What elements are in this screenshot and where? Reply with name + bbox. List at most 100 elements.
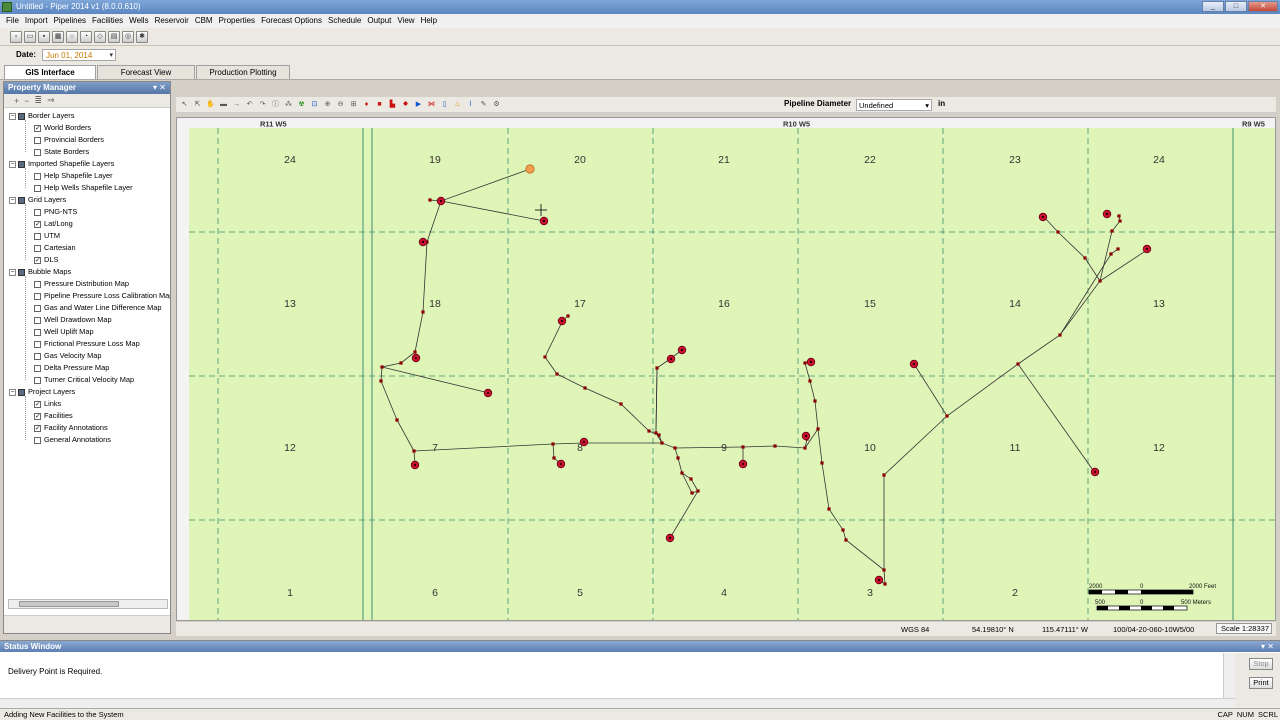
junction-node[interactable]: [820, 461, 824, 465]
menu-file[interactable]: File: [3, 14, 22, 28]
junction-node[interactable]: [552, 456, 556, 460]
group-checkbox[interactable]: [18, 388, 25, 396]
junction-icon[interactable]: ✸: [401, 100, 410, 109]
select-icon[interactable]: ⇱: [193, 100, 202, 109]
junction-node[interactable]: [741, 445, 745, 449]
junction-node[interactable]: [690, 491, 694, 495]
tab-gis-interface[interactable]: GIS Interface: [4, 65, 96, 79]
junction-node[interactable]: [555, 372, 559, 376]
junction-node[interactable]: [1083, 256, 1087, 260]
layer-item[interactable]: Gas Velocity Map: [34, 350, 102, 362]
group-checkbox[interactable]: [18, 196, 25, 204]
junction-node[interactable]: [689, 477, 693, 481]
layer-checkbox[interactable]: [34, 232, 41, 240]
node-icon[interactable]: ⁂: [284, 100, 293, 109]
close-button[interactable]: ✕: [1248, 1, 1278, 12]
junction-node[interactable]: [380, 365, 384, 369]
layer-checkbox[interactable]: [34, 292, 41, 300]
globe-icon[interactable]: ◎: [122, 30, 134, 43]
undo-icon[interactable]: ↶: [245, 100, 254, 109]
menu-schedule[interactable]: Schedule: [325, 14, 364, 28]
junction-node[interactable]: [883, 582, 887, 586]
layer-checkbox[interactable]: [34, 172, 41, 180]
settings-icon[interactable]: ⚙: [492, 100, 501, 109]
layer-item[interactable]: ✓ Lat/Long: [34, 218, 73, 230]
new-file-icon[interactable]: ▫: [10, 30, 22, 43]
layer-item[interactable]: ✓ Facility Annotations: [34, 422, 108, 434]
layer-checkbox[interactable]: [34, 208, 41, 216]
tree-group[interactable]: − Project Layers: [9, 386, 75, 398]
collapse-icon[interactable]: −: [9, 388, 16, 396]
junction-node[interactable]: [1118, 219, 1122, 223]
arrow-icon[interactable]: →: [232, 100, 241, 109]
junction-node[interactable]: [647, 429, 651, 433]
layer-checkbox[interactable]: ✓: [34, 220, 41, 228]
scale-readout[interactable]: Scale 1:28337: [1216, 623, 1272, 634]
layer-checkbox[interactable]: ✓: [34, 412, 41, 420]
maximize-button[interactable]: □: [1225, 1, 1247, 12]
layers-icon[interactable]: ≣: [35, 95, 43, 106]
pipeline-diameter-select[interactable]: Undefined ▾: [856, 99, 932, 111]
wellhead-icon[interactable]: ♦: [362, 100, 371, 109]
layer-checkbox[interactable]: [34, 304, 41, 312]
layer-item[interactable]: PNG-NTS: [34, 206, 77, 218]
status-horizontal-scrollbar[interactable]: [0, 698, 1235, 708]
junction-node[interactable]: [1117, 214, 1121, 218]
menu-wells[interactable]: Wells: [126, 14, 151, 28]
layer-checkbox[interactable]: ✓: [34, 424, 41, 432]
flare-icon[interactable]: ♨: [453, 100, 462, 109]
layer-checkbox[interactable]: [34, 436, 41, 444]
well-icon[interactable]: ○: [66, 30, 78, 43]
junction-node[interactable]: [773, 444, 777, 448]
zoom-in-icon[interactable]: ⊕: [323, 100, 332, 109]
junction-node[interactable]: [428, 198, 432, 202]
junction-node[interactable]: [421, 310, 425, 314]
stop-button[interactable]: Stop: [1249, 658, 1273, 670]
tank-icon[interactable]: ▯: [440, 100, 449, 109]
hazard-icon[interactable]: ☢: [297, 100, 306, 109]
menu-cbm[interactable]: CBM: [192, 14, 216, 28]
redo-icon[interactable]: ↷: [258, 100, 267, 109]
layer-checkbox[interactable]: ✓: [34, 124, 41, 132]
layer-checkbox[interactable]: [34, 376, 41, 384]
junction-node[interactable]: [680, 471, 684, 475]
menu-forecast-options[interactable]: Forecast Options: [258, 14, 325, 28]
calculator-icon[interactable]: ▤: [108, 30, 120, 43]
junction-node[interactable]: [543, 355, 547, 359]
save-icon[interactable]: ▪: [38, 30, 50, 43]
junction-node[interactable]: [551, 442, 555, 446]
junction-node[interactable]: [803, 361, 807, 365]
junction-node[interactable]: [654, 431, 658, 435]
layer-item[interactable]: Cartesian: [34, 242, 76, 254]
print-button[interactable]: Print: [1249, 677, 1273, 689]
layer-checkbox[interactable]: [34, 328, 41, 336]
junction-node[interactable]: [676, 456, 680, 460]
layer-checkbox[interactable]: [34, 280, 41, 288]
menu-facilities[interactable]: Facilities: [89, 14, 126, 28]
group-checkbox[interactable]: [18, 160, 25, 168]
grid-icon[interactable]: ▦: [52, 30, 64, 43]
gauge-icon[interactable]: ◔: [80, 30, 92, 43]
tree-group[interactable]: − Grid Layers: [9, 194, 66, 206]
date-picker[interactable]: Jun 01, 2014 ▾: [42, 48, 117, 61]
arrow-right-icon[interactable]: ⇒: [47, 95, 55, 106]
pipe-icon[interactable]: ⌇: [466, 100, 475, 109]
layer-checkbox[interactable]: [34, 364, 41, 372]
collapse-icon[interactable]: −: [9, 160, 16, 168]
layer-checkbox[interactable]: [34, 244, 41, 252]
junction-node[interactable]: [660, 441, 664, 445]
layer-item[interactable]: Delta Pressure Map: [34, 362, 109, 374]
menu-properties[interactable]: Properties: [216, 14, 258, 28]
zoom-out-icon[interactable]: ⊖: [336, 100, 345, 109]
layer-item[interactable]: State Borders: [34, 146, 89, 158]
junction-node[interactable]: [1056, 230, 1060, 234]
collapse-icon[interactable]: −: [24, 96, 29, 106]
junction-node[interactable]: [813, 399, 817, 403]
junction-node[interactable]: [841, 528, 845, 532]
junction-node[interactable]: [412, 449, 416, 453]
tree-scrollbar[interactable]: [8, 599, 168, 609]
layer-item[interactable]: ✓ DLS: [34, 254, 58, 266]
gis-map[interactable]: R11 W5 R10 W5 R9 W5 24 19 20 21 22 23 24 13 18 17…: [176, 117, 1276, 621]
valve-tool-icon[interactable]: ⋈: [427, 100, 436, 109]
layer-checkbox[interactable]: ✓: [34, 256, 41, 264]
